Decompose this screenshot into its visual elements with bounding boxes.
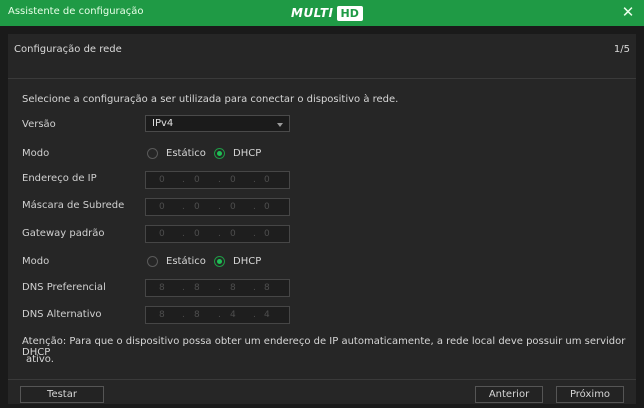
close-icon[interactable]: ✕ bbox=[620, 4, 636, 20]
ip-mode-label: Modo bbox=[22, 148, 50, 159]
ip-octet: 0 bbox=[264, 229, 270, 239]
version-value: IPv4 bbox=[152, 118, 174, 129]
ip-dot: . bbox=[253, 175, 256, 185]
ip-octet: 0 bbox=[159, 229, 165, 239]
dns-mode-dhcp-label: DHCP bbox=[233, 256, 262, 267]
gateway-input[interactable]: 0 . 0 . 0 . 0 bbox=[145, 225, 290, 243]
ip-dot: . bbox=[182, 283, 185, 293]
notice-line-2: ativo. bbox=[26, 354, 54, 365]
ip-dot: . bbox=[218, 175, 221, 185]
ip-dot: . bbox=[182, 202, 185, 212]
version-select[interactable]: IPv4 bbox=[145, 115, 290, 132]
subnet-mask-input[interactable]: 0 . 0 . 0 . 0 bbox=[145, 198, 290, 216]
ip-octet: 0 bbox=[194, 202, 200, 212]
ip-octet: 4 bbox=[230, 310, 236, 320]
window-title: Assistente de configuração bbox=[8, 6, 144, 17]
logo-hd-badge: HD bbox=[336, 5, 363, 21]
dns-alternate-label: DNS Alternativo bbox=[22, 309, 102, 320]
ip-octet: 0 bbox=[159, 202, 165, 212]
ip-octet: 0 bbox=[230, 175, 236, 185]
ip-octet: 8 bbox=[194, 283, 200, 293]
ip-address-label: Endereço de IP bbox=[22, 173, 97, 184]
ip-octet: 8 bbox=[159, 283, 165, 293]
ip-address-input[interactable]: 0 . 0 . 0 . 0 bbox=[145, 171, 290, 189]
version-label: Versão bbox=[22, 119, 56, 130]
dns-mode-label: Modo bbox=[22, 256, 50, 267]
ip-dot: . bbox=[218, 202, 221, 212]
header-divider bbox=[8, 78, 636, 79]
intro-text: Selecione a configuração a ser utilizada… bbox=[22, 94, 399, 105]
ip-dot: . bbox=[182, 310, 185, 320]
ip-dot: . bbox=[253, 310, 256, 320]
next-button[interactable]: Próximo bbox=[556, 386, 624, 403]
ip-mode-dhcp-radio[interactable] bbox=[214, 148, 225, 159]
ip-dot: . bbox=[218, 283, 221, 293]
dns-alternate-input[interactable]: 8 . 8 . 4 . 4 bbox=[145, 306, 290, 324]
dns-mode-static-radio[interactable] bbox=[147, 256, 158, 267]
ip-octet: 8 bbox=[264, 283, 270, 293]
ip-octet: 0 bbox=[264, 202, 270, 212]
ip-dot: . bbox=[253, 283, 256, 293]
chevron-down-icon bbox=[277, 123, 283, 127]
dns-preferred-label: DNS Preferencial bbox=[22, 282, 106, 293]
dns-mode-static-label: Estático bbox=[166, 256, 206, 267]
ip-octet: 0 bbox=[194, 175, 200, 185]
ip-mode-dhcp-label: DHCP bbox=[233, 148, 262, 159]
step-title: Configuração de rede bbox=[14, 44, 122, 55]
ip-dot: . bbox=[253, 202, 256, 212]
footer-divider bbox=[8, 379, 636, 380]
subnet-mask-label: Máscara de Subrede bbox=[22, 200, 125, 211]
logo-multi-text: MULTI bbox=[291, 6, 334, 20]
dns-preferred-input[interactable]: 8 . 8 . 8 . 8 bbox=[145, 279, 290, 297]
gateway-label: Gateway padrão bbox=[22, 228, 105, 239]
ip-octet: 8 bbox=[159, 310, 165, 320]
ip-dot: . bbox=[218, 310, 221, 320]
title-bar: Assistente de configuração MULTI HD ✕ bbox=[0, 0, 644, 26]
ip-mode-static-radio[interactable] bbox=[147, 148, 158, 159]
notice-line-1: Atenção: Para que o dispositivo possa ob… bbox=[22, 336, 626, 358]
test-button[interactable]: Testar bbox=[20, 386, 104, 403]
ip-dot: . bbox=[253, 229, 256, 239]
ip-octet: 4 bbox=[264, 310, 270, 320]
previous-button[interactable]: Anterior bbox=[475, 386, 543, 403]
dns-mode-dhcp-radio[interactable] bbox=[214, 256, 225, 267]
ip-dot: . bbox=[182, 175, 185, 185]
ip-dot: . bbox=[218, 229, 221, 239]
ip-octet: 8 bbox=[230, 283, 236, 293]
ip-mode-static-label: Estático bbox=[166, 148, 206, 159]
step-counter: 1/5 bbox=[613, 44, 630, 55]
ip-octet: 0 bbox=[264, 175, 270, 185]
ip-octet: 0 bbox=[194, 229, 200, 239]
ip-octet: 0 bbox=[230, 229, 236, 239]
ip-dot: . bbox=[182, 229, 185, 239]
ip-octet: 0 bbox=[230, 202, 236, 212]
ip-octet: 0 bbox=[159, 175, 165, 185]
ip-octet: 8 bbox=[194, 310, 200, 320]
multi-hd-logo: MULTI HD bbox=[291, 5, 363, 21]
